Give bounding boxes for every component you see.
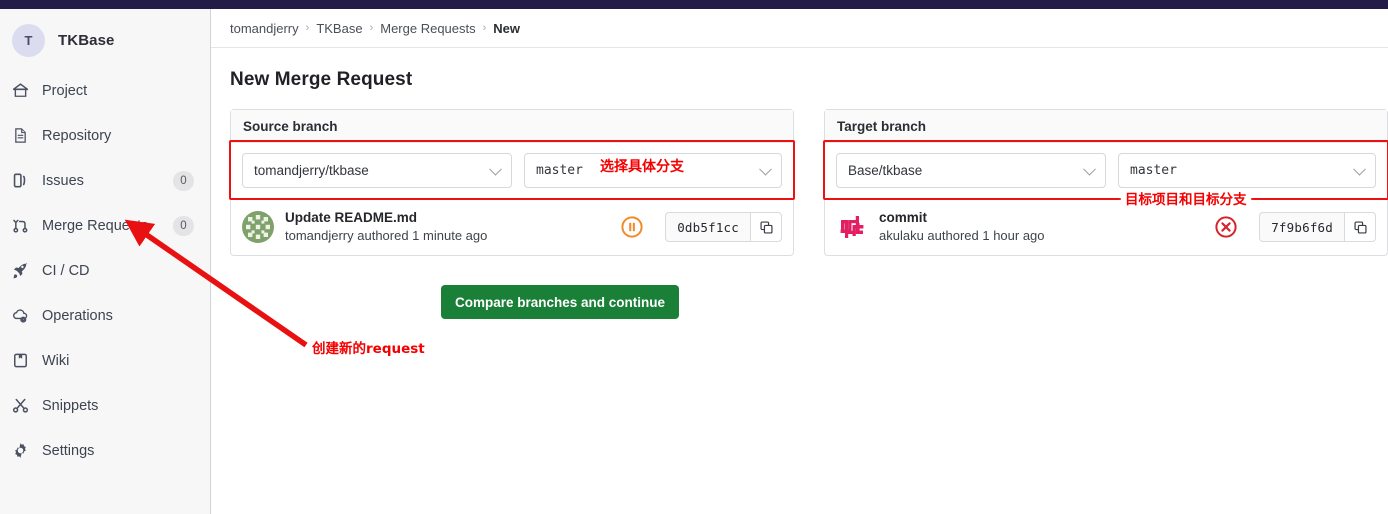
source-commit-sha[interactable]: 0db5f1cc — [665, 212, 750, 242]
sidebar-item-wiki[interactable]: Wiki — [0, 338, 210, 383]
source-project-value: tomandjerry/tkbase — [254, 163, 369, 178]
source-branch-selectors: tomandjerry/tkbase master — [231, 143, 793, 199]
sidebar-item-label: Settings — [42, 443, 94, 459]
gear-icon — [12, 441, 34, 461]
rocket-icon — [12, 261, 34, 281]
merge-requests-count-badge: 0 — [173, 216, 194, 236]
sidebar-item-label: Wiki — [42, 353, 69, 369]
cloud-gear-icon — [12, 306, 34, 326]
sidebar-nav: Project Repository Issues 0 Merge Re — [0, 68, 210, 473]
sidebar-item-merge-requests[interactable]: Merge Requests 0 — [0, 203, 210, 248]
source-commit-title: Update README.md — [285, 209, 609, 227]
sidebar-item-label: Operations — [42, 308, 113, 324]
target-branch-heading: Target branch — [825, 110, 1387, 143]
pipeline-paused-icon[interactable] — [620, 215, 644, 239]
source-branch-value: master — [536, 163, 583, 178]
breadcrumb-item-group[interactable]: tomandjerry — [230, 21, 299, 36]
sidebar-item-label: Repository — [42, 128, 111, 144]
source-commit-row: Update README.md tomandjerry authored 1 … — [231, 199, 793, 255]
target-commit-meta: akulaku authored 1 hour ago — [879, 227, 1203, 245]
scissors-icon — [12, 396, 34, 416]
file-icon — [12, 126, 34, 146]
branch-panels: Source branch tomandjerry/tkbase master — [211, 91, 1388, 256]
sidebar-item-repository[interactable]: Repository — [0, 113, 210, 158]
issues-count-badge: 0 — [173, 171, 194, 191]
pipeline-failed-icon[interactable] — [1214, 215, 1238, 239]
project-name: TKBase — [58, 32, 114, 49]
breadcrumb: tomandjerry › TKBase › Merge Requests › … — [211, 9, 1388, 48]
sidebar-item-ci-cd[interactable]: CI / CD — [0, 248, 210, 293]
sidebar-item-issues[interactable]: Issues 0 — [0, 158, 210, 203]
sidebar-item-label: Merge Requests — [42, 218, 148, 234]
chevron-down-icon — [759, 162, 772, 175]
target-commit-sha[interactable]: 7f9b6f6d — [1259, 212, 1344, 242]
target-branch-panel: Target branch Base/tkbase master — [824, 109, 1388, 256]
source-branch-heading: Source branch — [231, 110, 793, 143]
breadcrumb-item-project[interactable]: TKBase — [316, 21, 362, 36]
book-icon — [12, 351, 34, 371]
source-commit-meta: tomandjerry authored 1 minute ago — [285, 227, 609, 245]
chevron-right-icon: › — [483, 22, 487, 34]
chevron-down-icon — [1083, 162, 1096, 175]
sidebar-item-operations[interactable]: Operations — [0, 293, 210, 338]
chevron-right-icon: › — [306, 22, 310, 34]
source-commit-info: Update README.md tomandjerry authored 1 … — [285, 209, 609, 245]
merge-request-icon — [12, 216, 34, 236]
chevron-right-icon: › — [370, 22, 374, 34]
page-title: New Merge Request — [211, 48, 1388, 91]
issue-icon — [12, 171, 34, 191]
home-icon — [12, 81, 34, 101]
compare-branches-button[interactable]: Compare branches and continue — [441, 285, 679, 319]
sidebar: T TKBase Project Repository Issues — [0, 9, 211, 514]
target-branch-select[interactable]: master — [1118, 153, 1376, 188]
sidebar-item-label: CI / CD — [42, 263, 90, 279]
source-branch-panel: Source branch tomandjerry/tkbase master — [230, 109, 794, 256]
copy-icon[interactable] — [750, 212, 782, 242]
project-avatar: T — [12, 24, 45, 57]
source-branch-select[interactable]: master — [524, 153, 782, 188]
project-brand[interactable]: T TKBase — [0, 9, 210, 61]
identicon-avatar — [242, 211, 274, 243]
sidebar-item-label: Issues — [42, 173, 84, 189]
sidebar-item-project[interactable]: Project — [0, 68, 210, 113]
chevron-down-icon — [489, 162, 502, 175]
sidebar-item-settings[interactable]: Settings — [0, 428, 210, 473]
target-commit-title: commit — [879, 209, 1203, 227]
source-commit-sha-group: 0db5f1cc — [665, 212, 782, 242]
target-commit-sha-group: 7f9b6f6d — [1259, 212, 1376, 242]
sidebar-item-label: Snippets — [42, 398, 98, 414]
app-root: T TKBase Project Repository Issues — [0, 0, 1388, 514]
breadcrumb-item-new: New — [493, 21, 520, 36]
main-content: tomandjerry › TKBase › Merge Requests › … — [211, 9, 1388, 514]
top-navigation-bar — [0, 0, 1388, 9]
target-commit-info: commit akulaku authored 1 hour ago — [879, 209, 1203, 245]
target-project-select[interactable]: Base/tkbase — [836, 153, 1106, 188]
target-branch-value: master — [1130, 163, 1177, 178]
sidebar-item-snippets[interactable]: Snippets — [0, 383, 210, 428]
sidebar-item-label: Project — [42, 83, 87, 99]
breadcrumb-item-merge-requests[interactable]: Merge Requests — [380, 21, 475, 36]
chevron-down-icon — [1353, 162, 1366, 175]
source-project-select[interactable]: tomandjerry/tkbase — [242, 153, 512, 188]
target-project-value: Base/tkbase — [848, 163, 922, 178]
copy-icon[interactable] — [1344, 212, 1376, 242]
pinwheel-avatar — [836, 211, 868, 243]
target-branch-selectors: Base/tkbase master — [825, 143, 1387, 199]
target-commit-row: commit akulaku authored 1 hour ago 7f9b6… — [825, 199, 1387, 255]
